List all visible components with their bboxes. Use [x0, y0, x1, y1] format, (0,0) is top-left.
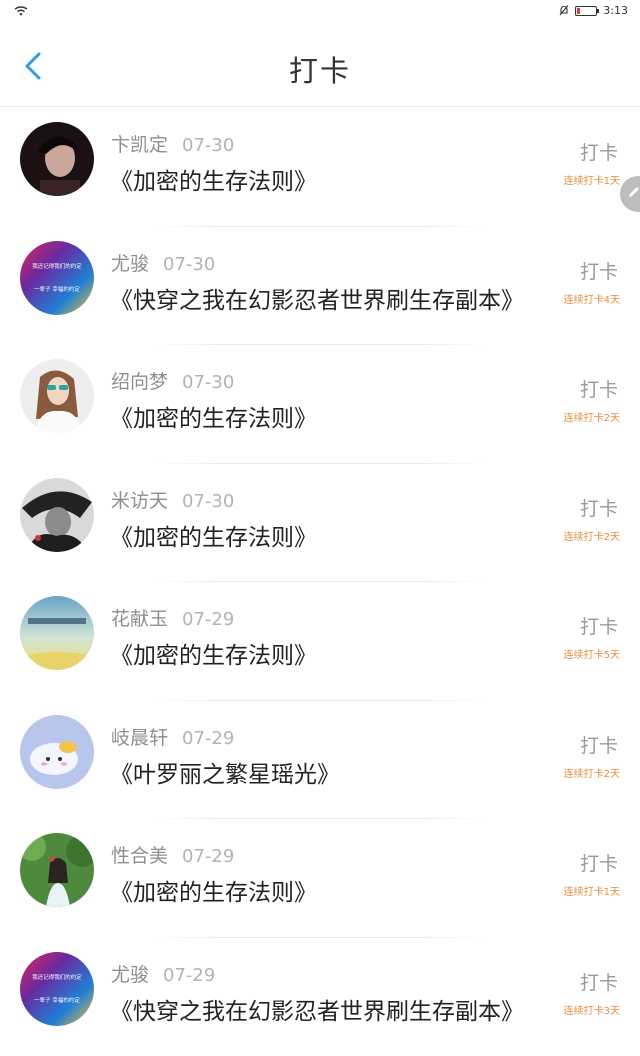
avatar[interactable] — [20, 596, 94, 670]
avatar[interactable] — [20, 478, 94, 552]
svg-text:我还记得我们的约定: 我还记得我们的约定 — [32, 262, 82, 270]
battery-icon — [575, 6, 597, 16]
checkin-date: 07-29 — [182, 728, 234, 749]
checkin-button[interactable]: 打卡 — [580, 849, 618, 876]
streak-label: 连续打卡2天 — [564, 528, 620, 543]
checkin-date: 07-29 — [163, 965, 215, 986]
svg-text:我还记得我们的约定: 我还记得我们的约定 — [32, 973, 82, 981]
list-item: 米访天07-30 《加密的生存法则》 打卡 连续打卡2天 — [0, 464, 640, 583]
checkin-button[interactable]: 打卡 — [580, 731, 618, 758]
user-name: 花献玉07-29 — [111, 604, 234, 631]
streak-label: 连续打卡1天 — [564, 883, 620, 898]
avatar[interactable] — [20, 359, 94, 433]
streak-label: 连续打卡4天 — [564, 291, 620, 306]
book-title[interactable]: 《加密的生存法则》 — [110, 636, 317, 670]
checkin-date: 07-29 — [182, 609, 234, 630]
checkin-button[interactable]: 打卡 — [580, 257, 618, 284]
avatar[interactable] — [20, 833, 94, 907]
list-item: 花献玉07-29 《加密的生存法则》 打卡 连续打卡5天 — [0, 582, 640, 701]
svg-text:一辈子 幸福的约定: 一辈子 幸福的约定 — [34, 996, 80, 1004]
checkin-date: 07-30 — [163, 254, 215, 275]
list-item: 性合美07-29 《加密的生存法则》 打卡 连续打卡1天 — [0, 819, 640, 938]
page-title: 打卡 — [0, 48, 640, 90]
checkin-button[interactable]: 打卡 — [580, 612, 618, 639]
avatar[interactable] — [20, 715, 94, 789]
checkin-date: 07-29 — [182, 846, 234, 867]
book-title[interactable]: 《加密的生存法则》 — [110, 399, 317, 433]
mute-bell-icon — [559, 5, 569, 16]
checkin-button[interactable]: 打卡 — [580, 968, 618, 995]
user-name: 卞凯定07-30 — [111, 130, 234, 157]
user-name: 绍向梦07-30 — [111, 367, 234, 394]
user-name: 尤骏07-29 — [111, 960, 215, 987]
status-bar: 3:13 — [0, 0, 640, 24]
wifi-icon — [14, 6, 28, 16]
streak-label: 连续打卡1天 — [564, 172, 620, 187]
list-item: 卞凯定07-30 《加密的生存法则》 打卡 连续打卡1天 — [0, 108, 640, 227]
header: 打卡 — [0, 24, 640, 107]
book-title[interactable]: 《叶罗丽之繁星瑶光》 — [110, 755, 340, 789]
book-title[interactable]: 《加密的生存法则》 — [110, 518, 317, 552]
checkin-list: 卞凯定07-30 《加密的生存法则》 打卡 连续打卡1天 我还记得我们的约定 一… — [0, 108, 640, 1056]
streak-label: 连续打卡2天 — [564, 765, 620, 780]
checkin-date: 07-30 — [182, 491, 234, 512]
list-item: 绍向梦07-30 《加密的生存法则》 打卡 连续打卡2天 — [0, 345, 640, 464]
avatar[interactable] — [20, 122, 94, 196]
status-time: 3:13 — [603, 4, 628, 17]
checkin-button[interactable]: 打卡 — [580, 375, 618, 402]
user-name: 岐晨轩07-29 — [111, 723, 234, 750]
user-name: 性合美07-29 — [111, 841, 234, 868]
book-title[interactable]: 《加密的生存法则》 — [110, 162, 317, 196]
book-title[interactable]: 《快穿之我在幻影忍者世界刷生存副本》 — [110, 281, 524, 315]
list-item: 我还记得我们的约定 一辈子 幸福的约定 尤骏07-30 《快穿之我在幻影忍者世界… — [0, 227, 640, 346]
user-name: 米访天07-30 — [111, 486, 234, 513]
book-title[interactable]: 《加密的生存法则》 — [110, 873, 317, 907]
checkin-date: 07-30 — [182, 372, 234, 393]
avatar[interactable]: 我还记得我们的约定 一辈子 幸福的约定 — [20, 241, 94, 315]
list-item: 岐晨轩07-29 《叶罗丽之繁星瑶光》 打卡 连续打卡2天 — [0, 701, 640, 820]
streak-label: 连续打卡5天 — [564, 646, 620, 661]
streak-label: 连续打卡3天 — [564, 1002, 620, 1017]
checkin-button[interactable]: 打卡 — [580, 494, 618, 521]
list-item: 我还记得我们的约定 一辈子 幸福的约定 尤骏07-29 《快穿之我在幻影忍者世界… — [0, 938, 640, 1056]
book-title[interactable]: 《快穿之我在幻影忍者世界刷生存副本》 — [110, 992, 524, 1026]
checkin-button[interactable]: 打卡 — [580, 138, 618, 165]
avatar[interactable]: 我还记得我们的约定 一辈子 幸福的约定 — [20, 952, 94, 1026]
streak-label: 连续打卡2天 — [564, 409, 620, 424]
checkin-date: 07-30 — [182, 135, 234, 156]
user-name: 尤骏07-30 — [111, 249, 215, 276]
svg-text:一辈子 幸福的约定: 一辈子 幸福的约定 — [34, 285, 80, 293]
